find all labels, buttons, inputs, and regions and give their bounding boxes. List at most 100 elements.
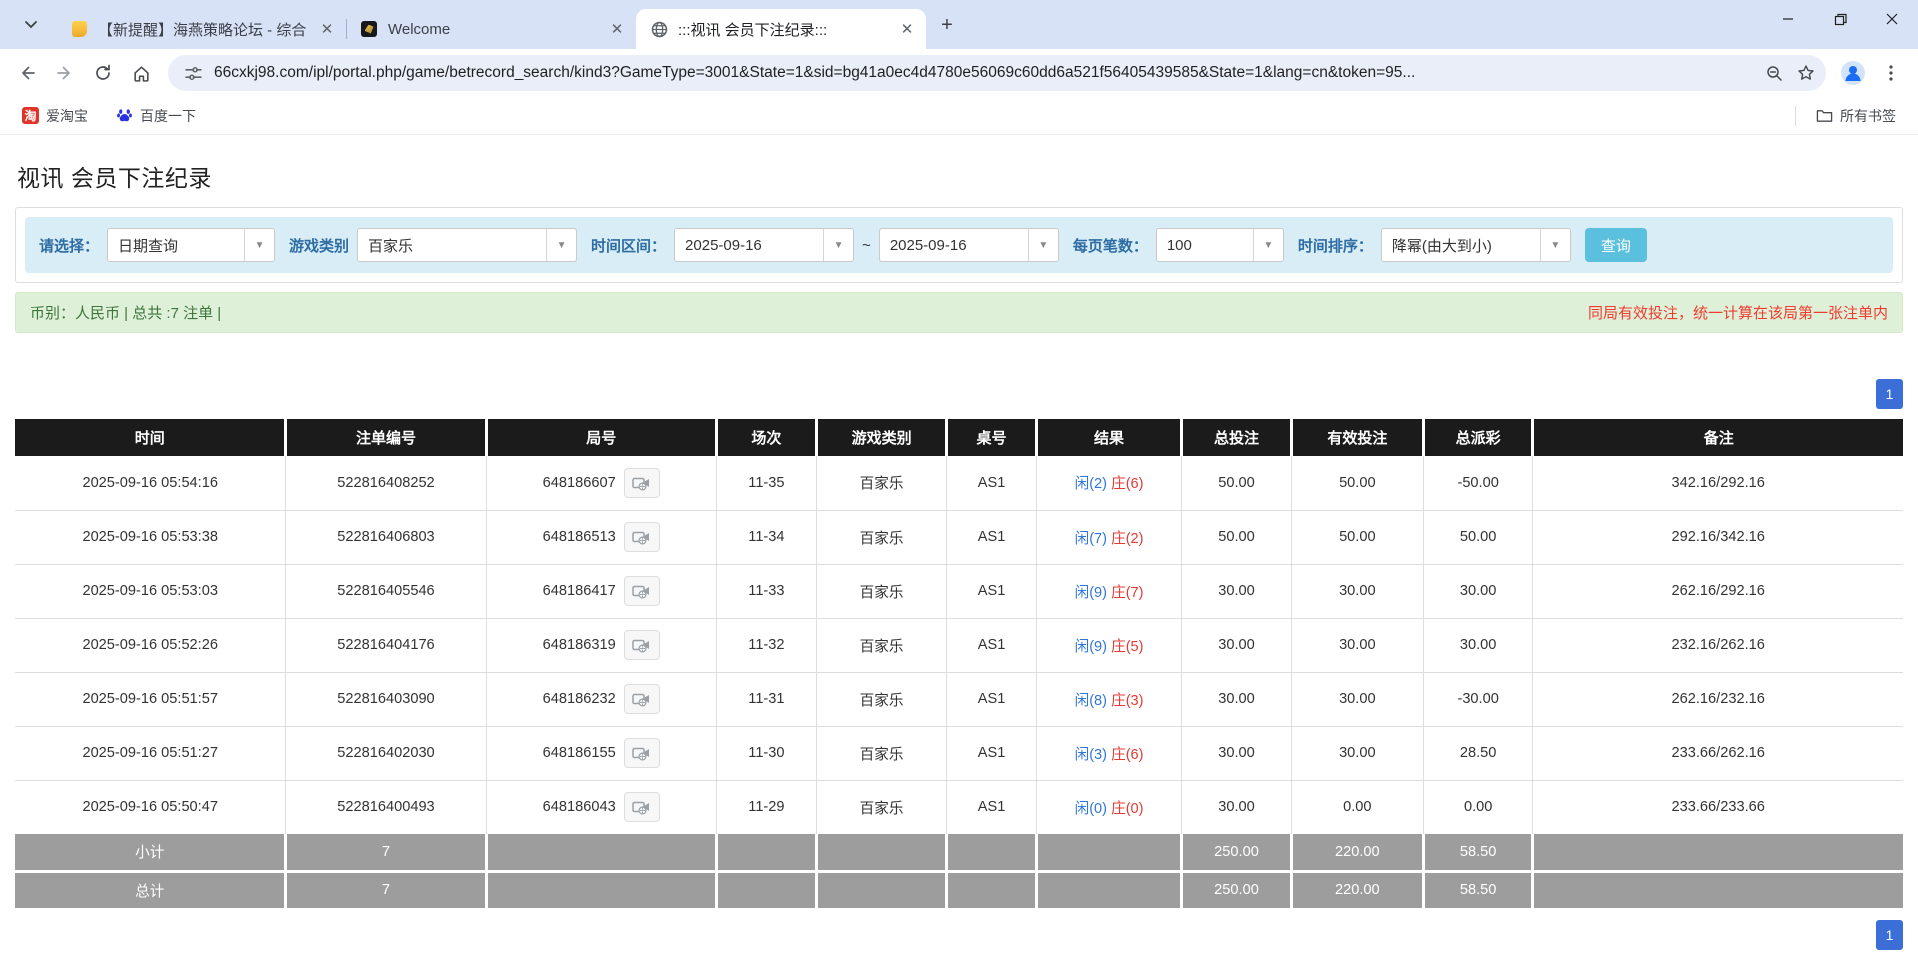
col-total-bet: 总投注 [1182,419,1292,456]
restore-button[interactable] [1814,0,1866,38]
video-replay-button[interactable] [624,630,660,660]
table-row: 2025-09-16 05:54:16 522816408252 6481866… [15,456,1903,510]
total-bet-link[interactable]: 30.00 [1182,672,1292,726]
tab-search-button[interactable] [14,8,48,42]
all-bookmarks-label: 所有书签 [1840,106,1896,126]
result-player: 闲(3) [1075,747,1107,763]
game-category-select[interactable]: 百家乐 ▼ [357,228,577,262]
col-payout: 总派彩 [1423,419,1533,456]
all-bookmarks-button[interactable]: 所有书签 [1808,101,1904,131]
page-1-button[interactable]: 1 [1876,379,1903,409]
address-bar[interactable]: 66cxkj98.com/ipl/portal.php/game/betreco… [168,55,1826,91]
minimize-button[interactable] [1762,0,1814,38]
url-text[interactable]: 66cxkj98.com/ipl/portal.php/game/betreco… [214,64,1760,82]
total-payout: 58.50 [1423,871,1533,908]
game-category: 百家乐 [816,564,946,618]
bookmark-baidu[interactable]: 百度一下 [108,101,204,131]
chevron-down-icon: ▼ [1253,229,1283,261]
new-tab-button[interactable]: + [932,10,962,40]
total-bet-link[interactable]: 50.00 [1182,510,1292,564]
folder-icon [1816,108,1833,123]
col-round-id: 局号 [486,419,716,456]
browser-tab-2[interactable]: Welcome ✕ [346,9,636,49]
round-id: 648186417 [543,583,616,599]
tab-close-icon[interactable]: ✕ [608,20,626,38]
zoom-out-icon[interactable] [1760,59,1788,87]
result-banker: 庄(6) [1111,476,1143,492]
date-from-select[interactable]: 2025-09-16 ▼ [674,228,854,262]
col-remark: 备注 [1533,419,1903,456]
remark: 262.16/292.16 [1533,564,1903,618]
total-bet-link[interactable]: 30.00 [1182,564,1292,618]
site-settings-icon[interactable] [180,60,206,86]
per-page-select[interactable]: 100 ▼ [1156,228,1284,262]
tab-close-icon[interactable]: ✕ [318,20,336,38]
round-id-cell: 648186155 [486,726,716,780]
payout: 30.00 [1423,618,1533,672]
session-number: 11-32 [716,618,816,672]
bet-id: 522816403090 [286,672,486,726]
video-replay-button[interactable] [624,738,660,768]
table-number: AS1 [947,510,1037,564]
reload-button[interactable] [86,56,120,90]
profile-avatar[interactable] [1836,56,1870,90]
result-banker: 庄(6) [1111,747,1143,763]
bet-id: 522816408252 [286,456,486,510]
total-row: 总计 7 250.00 220.00 58.50 [15,871,1903,908]
close-window-button[interactable] [1866,0,1918,38]
valid-bet: 30.00 [1291,672,1423,726]
date-to-select[interactable]: 2025-09-16 ▼ [879,228,1059,262]
tab-title: 【新提醒】海燕策略论坛 - 综合 [98,19,308,40]
browser-tab-1[interactable]: 【新提醒】海燕策略论坛 - 综合 ✕ [56,9,346,49]
search-button[interactable]: 查询 [1585,228,1647,262]
total-bet-link[interactable]: 30.00 [1182,726,1292,780]
col-time: 时间 [15,419,286,456]
payout: 50.00 [1423,510,1533,564]
game-category: 百家乐 [816,672,946,726]
home-icon [132,64,151,83]
result-cell: 闲(3) 庄(6) [1036,726,1181,780]
browser-menu-button[interactable] [1874,56,1908,90]
result-cell: 闲(0) 庄(0) [1036,780,1181,834]
result-player: 闲(2) [1075,476,1107,492]
home-button[interactable] [124,56,158,90]
video-replay-button[interactable] [624,684,660,714]
time-sort-select[interactable]: 降幂(由大到小) ▼ [1381,228,1571,262]
remark: 292.16/342.16 [1533,510,1903,564]
currency-total-text: 币别：人民币 | 总共 :7 注单 | [30,302,221,323]
result-player: 闲(8) [1075,693,1107,709]
round-id-cell: 648186232 [486,672,716,726]
tab-close-icon[interactable]: ✕ [898,20,916,38]
total-bet-link[interactable]: 50.00 [1182,456,1292,510]
subtotal-valid-bet: 220.00 [1291,834,1423,871]
back-button[interactable] [10,56,44,90]
bet-time: 2025-09-16 05:51:27 [15,726,286,780]
valid-bet: 30.00 [1291,726,1423,780]
pagination-bottom: 1 [15,920,1903,950]
video-replay-button[interactable] [624,522,660,552]
payout: 28.50 [1423,726,1533,780]
subtotal-row: 小计 7 250.00 220.00 58.50 [15,834,1903,871]
video-replay-button[interactable] [624,468,660,498]
page-1-button[interactable]: 1 [1876,920,1903,950]
forward-button[interactable] [48,56,82,90]
pagination-top: 1 [15,379,1903,409]
total-bet-link[interactable]: 30.00 [1182,618,1292,672]
globe-icon [650,20,668,38]
bookmarks-bar: 淘 爱淘宝 百度一下 所有书签 [0,97,1918,135]
video-replay-button[interactable] [624,792,660,822]
baidu-paw-icon [116,106,133,126]
query-type-select[interactable]: 日期查询 ▼ [107,228,275,262]
browser-tab-active[interactable]: :::视讯 会员下注纪录::: ✕ [636,9,926,49]
result-cell: 闲(7) 庄(2) [1036,510,1181,564]
total-bet-link[interactable]: 30.00 [1182,780,1292,834]
bookmark-taobao[interactable]: 淘 爱淘宝 [14,101,96,131]
video-replay-button[interactable] [624,576,660,606]
result-banker: 庄(2) [1111,531,1143,547]
bet-time: 2025-09-16 05:50:47 [15,780,286,834]
bookmark-star-icon[interactable] [1792,59,1820,87]
tilde-separator: ~ [862,237,871,254]
filter-bar: 请选择： 日期查询 ▼ 游戏类别 百家乐 ▼ 时间区间： 2025-09-16 … [25,217,1893,273]
subtotal-total-bet: 250.00 [1182,834,1292,871]
tab-title: Welcome [388,21,598,38]
